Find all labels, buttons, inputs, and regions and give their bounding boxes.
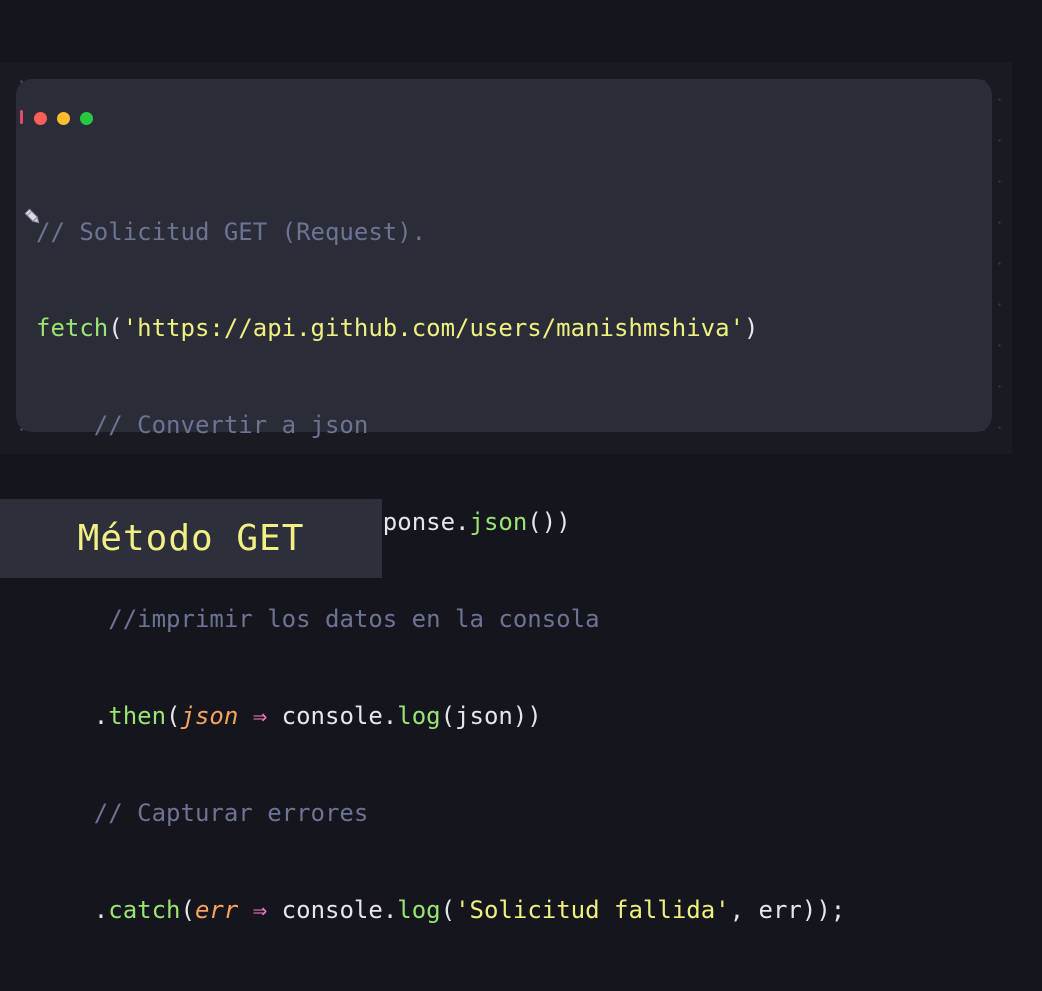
punctuation: ( [440, 895, 456, 924]
punctuation: ( [166, 702, 181, 731]
maximize-dot [80, 112, 93, 125]
caption-title: Método GET [77, 518, 305, 559]
punctuation: (json)) [440, 702, 542, 731]
object-name: console. [281, 895, 398, 924]
method-name: json [469, 508, 528, 537]
punctuation: ()) [527, 508, 571, 537]
method-name: then [108, 702, 167, 731]
minimize-dot [57, 112, 70, 125]
code-line-5: //imprimir los datos en la consola [36, 603, 845, 635]
code-line-7: // Capturar errores [36, 797, 845, 829]
code-comment: // Capturar errores [93, 798, 369, 827]
arrow-operator: ⇒ [238, 702, 282, 731]
method-name: catch [108, 895, 181, 924]
code-line-6: .then(json ⇒ console.log(json)) [36, 700, 845, 732]
url-string: 'https://api.github.com/users/manishmshi… [122, 314, 745, 343]
code-comment: // Solicitud GET (Request). [36, 217, 427, 246]
window-controls [34, 112, 93, 125]
punctuation: , err)); [729, 895, 846, 924]
code-comment: //imprimir los datos en la consola [108, 605, 600, 634]
code-line-8: .catch(err ⇒ console.log('Solicitud fall… [36, 894, 845, 926]
code-comment: // Convertir a json [93, 411, 369, 440]
method-name: log [397, 895, 441, 924]
punctuation: ( [180, 895, 195, 924]
function-name: fetch [36, 314, 109, 343]
parameter: err [194, 895, 239, 924]
code-window: // Solicitud GET (Request). fetch('https… [16, 79, 992, 924]
close-dot [34, 112, 47, 125]
code-line-2: fetch('https://api.github.com/users/mani… [36, 312, 845, 344]
code-line-1: // Solicitud GET (Request). [36, 216, 845, 248]
message-string: 'Solicitud fallida' [455, 895, 730, 924]
punctuation: . [93, 702, 109, 731]
punctuation: ( [108, 314, 123, 343]
punctuation: ) [744, 314, 759, 343]
text-cursor-marker [20, 110, 23, 124]
object-name: console. [281, 702, 398, 731]
parameter: json [180, 702, 239, 731]
punctuation: . [93, 895, 109, 924]
method-name: log [397, 702, 441, 731]
code-line-3: // Convertir a json [36, 409, 845, 441]
arrow-operator: ⇒ [238, 895, 282, 924]
caption-box: Método GET [0, 499, 382, 578]
pencil-icon [24, 208, 40, 224]
